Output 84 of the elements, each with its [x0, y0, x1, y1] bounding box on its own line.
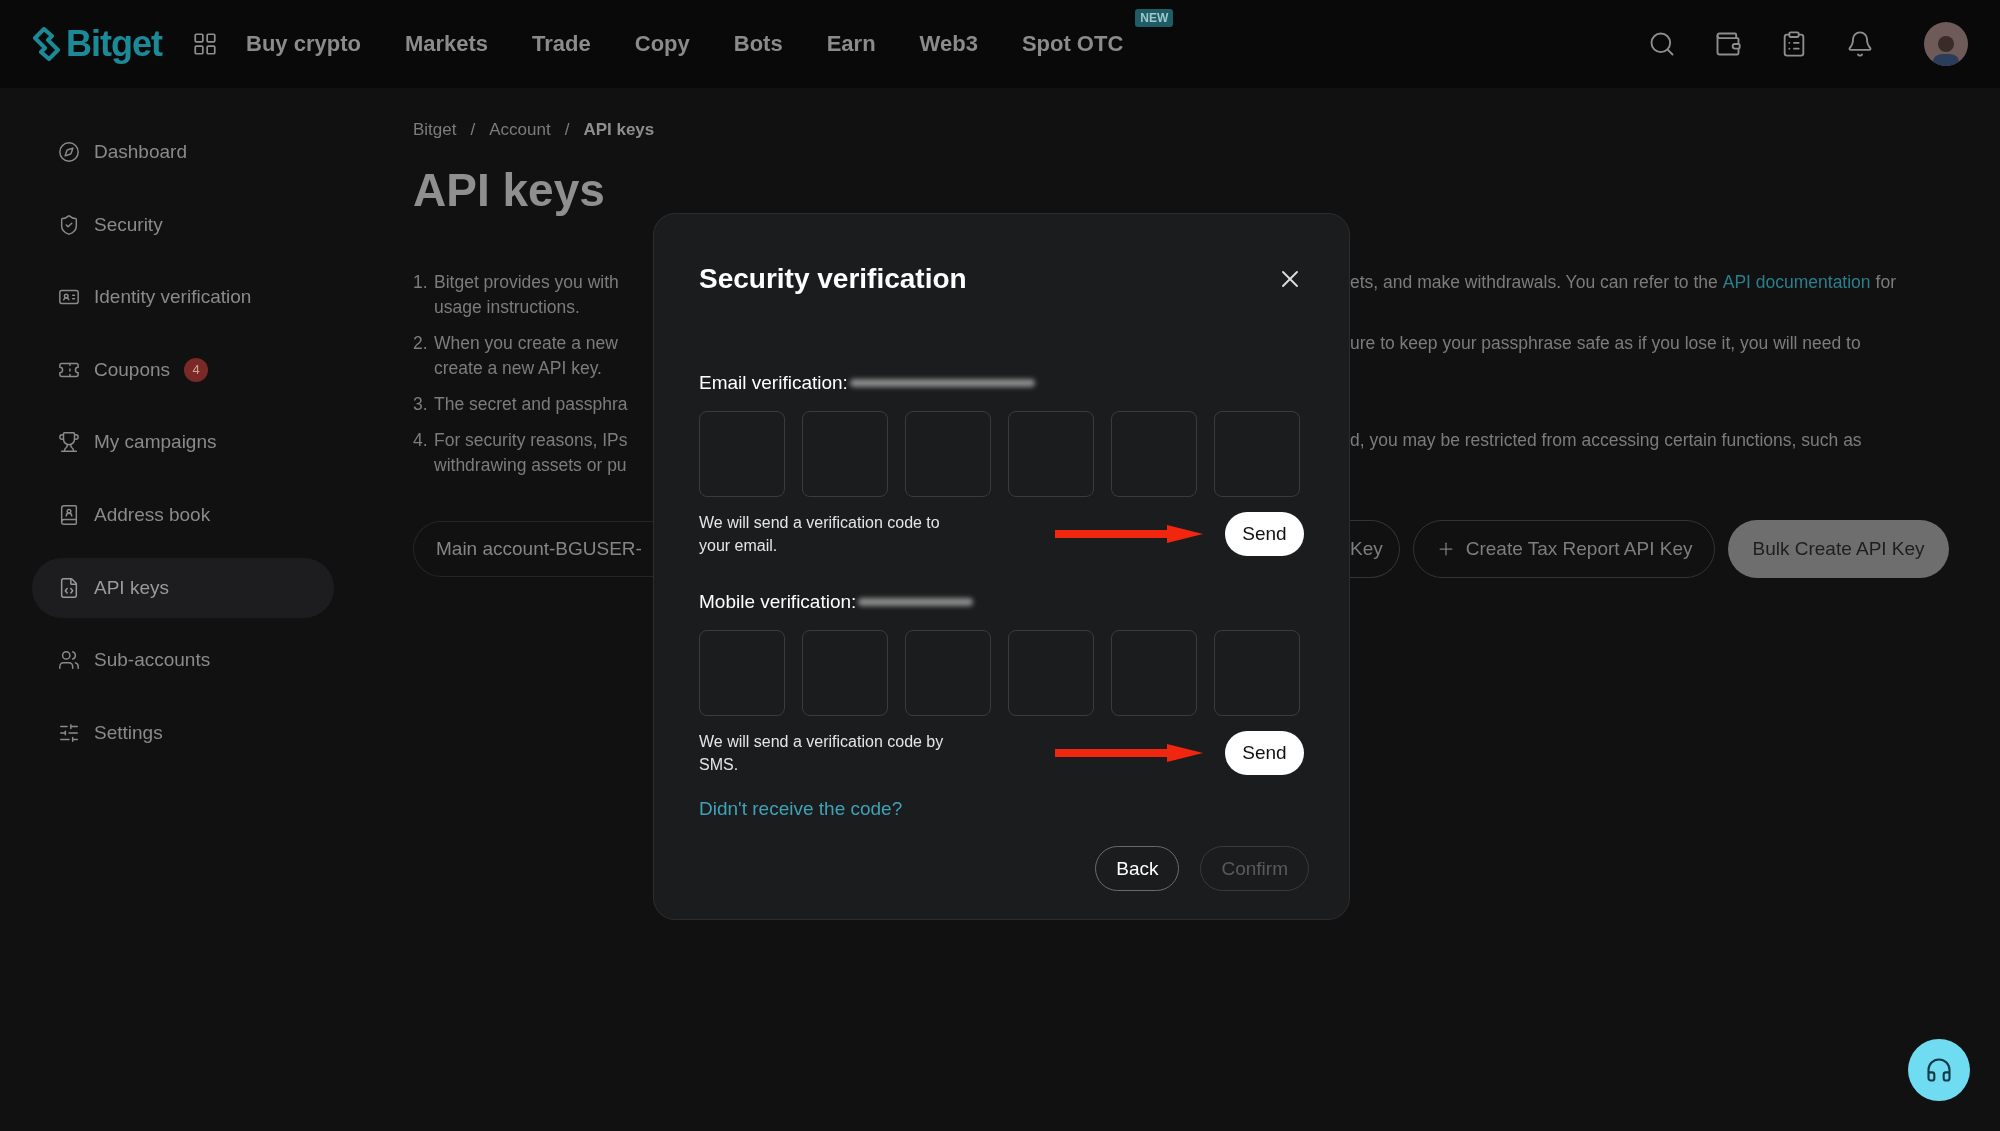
code-digit-field[interactable]	[905, 411, 991, 497]
breadcrumb-separator: /	[564, 120, 570, 140]
nav-link[interactable]: Trade	[532, 31, 591, 57]
sidebar-label: Coupons	[94, 358, 171, 381]
action-button[interactable]: Bulk Create API Key	[1728, 520, 1949, 578]
code-digit-field[interactable]	[1214, 630, 1300, 716]
note-text: for	[1875, 271, 1897, 294]
sidebar-label: Settings	[94, 721, 163, 744]
headset-icon	[1925, 1056, 1953, 1084]
dialog-title: Security verification	[699, 263, 967, 295]
note-text: When you create a new	[434, 332, 619, 355]
sidebar-label: Dashboard	[94, 141, 187, 163]
list-number: 1.	[413, 271, 429, 294]
breadcrumb-link[interactable]: Bitget	[413, 120, 457, 140]
bell-icon[interactable]	[1846, 30, 1874, 58]
send-button[interactable]: Send	[1225, 731, 1304, 775]
documentation-link[interactable]: API documentation	[1722, 270, 1871, 295]
note-text: For security reasons, IPs	[434, 429, 629, 452]
code-digit-field[interactable]	[802, 411, 888, 497]
code-digit-field[interactable]	[1214, 411, 1300, 497]
users-icon	[58, 649, 80, 672]
code-icon	[58, 576, 80, 599]
sidebar-item[interactable]: Coupons 4	[32, 339, 334, 400]
nav-link[interactable]: Earn	[826, 31, 876, 57]
new-badge: NEW	[1135, 9, 1174, 27]
nav-link[interactable]: Markets	[404, 31, 489, 57]
sidebar-label: Address book	[94, 503, 211, 526]
logo-icon	[32, 27, 62, 61]
note-text: The secret and passphra	[434, 393, 629, 416]
sidebar-item[interactable]: Identity verification	[32, 267, 334, 328]
sidebar-item[interactable]: Sub-accounts	[32, 630, 334, 691]
note-text: usage instructions.	[434, 296, 581, 319]
hint-text: We will send a verification code to your email.	[699, 513, 941, 556]
nav-link[interactable]: Buy crypto	[246, 31, 361, 57]
code-digit-field[interactable]	[1111, 630, 1197, 716]
send-button[interactable]: Send	[1225, 512, 1304, 556]
sidebar-item[interactable]: Settings	[32, 702, 334, 763]
settings-icon	[58, 721, 80, 744]
note-text: ets, and make withdrawals. You can refer to the	[1350, 271, 1718, 294]
sidebar-label: Sub-accounts	[94, 649, 211, 672]
breadcrumb-link[interactable]: Account	[489, 120, 551, 140]
code-digit-field[interactable]	[1111, 411, 1197, 497]
logo[interactable]: Bitget	[66, 23, 162, 65]
list-number: 2.	[413, 332, 429, 355]
sidebar-item[interactable]: Address book	[32, 484, 334, 545]
wallet-icon[interactable]	[1714, 30, 1742, 58]
sidebar-item[interactable]: API keys	[32, 557, 334, 618]
field-label: Mobile verification:	[699, 591, 857, 613]
avatar[interactable]	[1924, 22, 1968, 66]
list-number: 4.	[413, 429, 429, 452]
code-digit-field[interactable]	[699, 630, 785, 716]
breadcrumb-separator: /	[470, 120, 476, 140]
sidebar-label: My campaigns	[94, 431, 217, 454]
count-badge: 4	[184, 357, 209, 382]
shield-icon	[58, 213, 80, 236]
code-digit-field[interactable]	[1008, 411, 1094, 497]
list-number: 3.	[413, 393, 429, 416]
sidebar-item[interactable]: Dashboard	[32, 122, 334, 182]
page-title: API keys	[413, 163, 606, 218]
code-digit-field[interactable]	[1008, 630, 1094, 716]
field-label: Email verification:	[699, 372, 848, 394]
note-text: d, you may be restricted from accessing certain functions, such as	[1350, 429, 1862, 452]
code-digit-field[interactable]	[699, 411, 785, 497]
nav-link[interactable]: Web3	[919, 31, 978, 57]
resend-help-link[interactable]: Didn't receive the code?	[699, 798, 903, 820]
hint-text: We will send a verification code by SMS.	[699, 732, 945, 775]
note-text: create a new API key.	[434, 357, 603, 380]
nav-link[interactable]: Bots	[733, 31, 783, 57]
search-icon[interactable]	[1648, 30, 1676, 58]
contact-book-icon	[58, 503, 80, 526]
note-text: ure to keep your passphrase safe as if you lose it, you will need to	[1350, 332, 1861, 355]
sidebar-label: Identity verification	[94, 286, 252, 309]
compass-icon	[58, 141, 80, 163]
sidebar-item[interactable]: My campaigns	[32, 412, 334, 473]
sidebar-item[interactable]: Security	[32, 194, 334, 255]
sidebar-label: Security	[94, 213, 163, 236]
nav-link[interactable]: Copy	[634, 31, 690, 57]
sidebar-label: API keys	[94, 576, 169, 599]
note-text: withdrawing assets or pu	[434, 454, 628, 477]
code-digit-field[interactable]	[905, 630, 991, 716]
trophy-icon	[58, 431, 80, 454]
apps-icon[interactable]	[192, 31, 218, 57]
note-text: Bitget provides you with	[434, 271, 620, 294]
code-digit-field[interactable]	[802, 630, 888, 716]
